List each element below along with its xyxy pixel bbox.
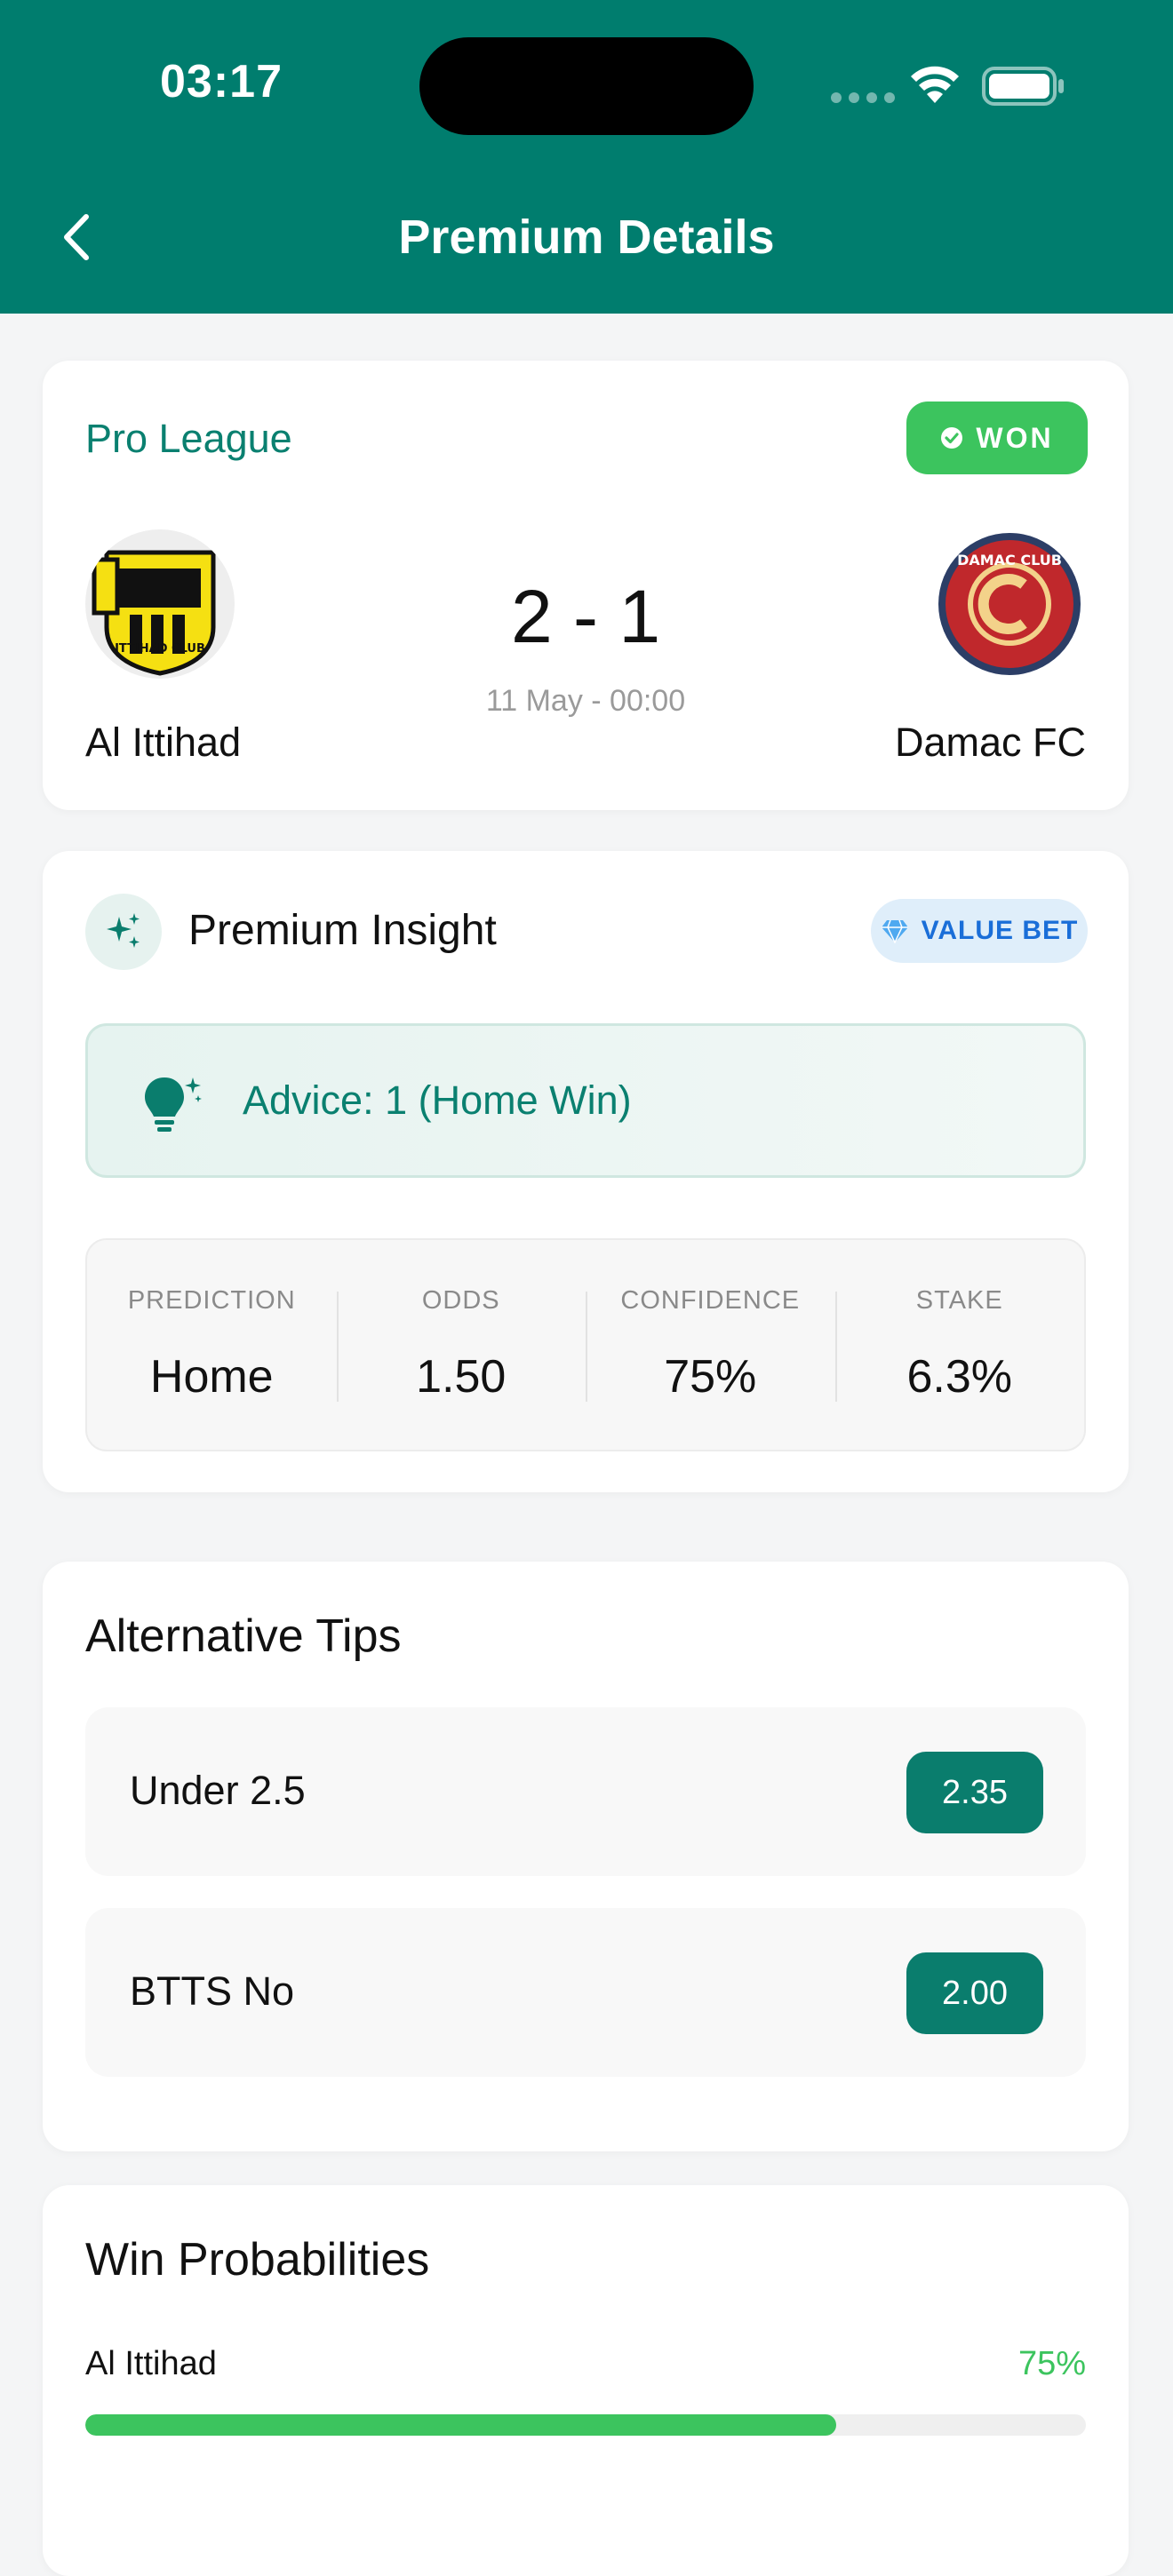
section-title: Win Probabilities <box>85 2234 430 2286</box>
premium-insight-card: Premium Insight VALUE BET Advice: 1 (Hom… <box>43 851 1129 1492</box>
section-title: Alternative Tips <box>85 1610 402 1662</box>
cellular-signal-icon <box>831 92 895 103</box>
diamond-icon <box>881 919 908 943</box>
home-team-name: Al Ittihad <box>85 720 242 765</box>
tip-row[interactable]: Under 2.5 2.35 <box>85 1707 1086 1876</box>
stat-label: PREDICTION <box>127 1286 296 1315</box>
alternative-tips-card: Alternative Tips Under 2.5 2.35 BTTS No … <box>43 1562 1129 2151</box>
lightbulb-icon <box>145 1077 202 1132</box>
stat-odds: ODDS 1.50 <box>336 1240 586 1450</box>
odds-pill: 2.00 <box>906 1952 1043 2034</box>
stat-value: Home <box>149 1351 274 1403</box>
league-name: Pro League <box>85 416 292 461</box>
value-bet-badge: VALUE BET <box>871 899 1088 963</box>
stat-label: STAKE <box>915 1286 1003 1315</box>
probability-bar-fill <box>85 2414 836 2436</box>
status-time: 03:17 <box>160 56 283 107</box>
stat-prediction: PREDICTION Home <box>87 1240 337 1450</box>
match-card: Pro League WON ITTIHAD CLUB Al Ittihad 2… <box>43 361 1129 810</box>
odds-pill: 2.35 <box>906 1752 1043 1833</box>
battery-icon <box>982 67 1064 106</box>
tip-row[interactable]: BTTS No 2.00 <box>85 1908 1086 2077</box>
app-header: 03:17 Premium Details <box>0 0 1173 314</box>
match-date: 11 May - 00:00 <box>485 684 686 718</box>
sparkles-icon <box>85 894 162 970</box>
dynamic-island <box>419 37 754 135</box>
svg-text:DAMAC CLUB: DAMAC CLUB <box>957 552 1062 568</box>
probability-percent: 75% <box>1017 2345 1086 2382</box>
stat-value: 1.50 <box>416 1351 507 1403</box>
prediction-stats: PREDICTION Home ODDS 1.50 CONFIDENCE 75%… <box>85 1238 1086 1451</box>
tip-label: Under 2.5 <box>130 1768 306 1813</box>
check-circle-icon <box>941 427 963 449</box>
stat-label: CONFIDENCE <box>620 1286 801 1315</box>
stat-stake: STAKE 6.3% <box>834 1240 1085 1450</box>
status-badge-label: WON <box>976 421 1054 454</box>
win-probabilities-card: Win Probabilities Al Ittihad 75% <box>43 2185 1129 2576</box>
insight-title: Premium Insight <box>188 907 497 954</box>
wifi-icon <box>911 66 959 103</box>
value-bet-label: VALUE BET <box>921 916 1079 945</box>
advice-text: Advice: 1 (Home Win) <box>243 1077 632 1123</box>
probability-bar <box>85 2414 1086 2436</box>
away-team-logo: DAMAC CLUB <box>935 529 1084 679</box>
stat-label: ODDS <box>421 1286 500 1315</box>
stat-value: 6.3% <box>906 1351 1013 1403</box>
advice-box: Advice: 1 (Home Win) <box>85 1023 1086 1178</box>
away-team-name: Damac FC <box>894 720 1086 765</box>
probability-team: Al Ittihad <box>85 2345 217 2382</box>
status-badge: WON <box>906 402 1088 474</box>
stat-value: 75% <box>664 1351 757 1403</box>
stat-confidence: CONFIDENCE 75% <box>586 1240 835 1450</box>
tip-label: BTTS No <box>130 1968 295 2014</box>
page-title: Premium Details <box>398 211 775 264</box>
